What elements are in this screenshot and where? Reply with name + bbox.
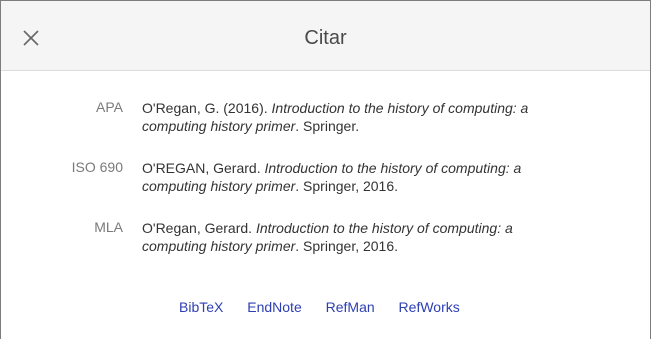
citation-style-label: MLA xyxy=(94,219,123,235)
citation-prefix: O'REGAN, Gerard. xyxy=(142,160,265,176)
citation-title-line1: Introduction to the history of computing… xyxy=(255,220,513,236)
citation-title-line2: computing history primer xyxy=(142,238,296,254)
export-refworks-link[interactable]: RefWorks xyxy=(399,299,460,315)
citation-suffix: . Springer, 2016. xyxy=(295,178,399,194)
citation-suffix: . Springer. xyxy=(295,118,360,134)
citation-style-label: ISO 690 xyxy=(71,159,123,175)
citation-row-mla: MLA O'Regan, Gerard. Introduction to the… xyxy=(1,217,650,257)
citation-list: APA O'Regan, G. (2016). Introduction to … xyxy=(1,97,650,277)
citation-style-label: APA xyxy=(96,99,123,115)
citation-title-line2: computing history primer xyxy=(142,118,296,134)
export-bibtex-link[interactable]: BibTeX xyxy=(179,299,223,315)
citation-row-apa: APA O'Regan, G. (2016). Introduction to … xyxy=(1,97,650,137)
export-refman-link[interactable]: RefMan xyxy=(326,299,375,315)
citation-dialog: Citar APA O'Regan, G. (2016). Introducti… xyxy=(0,0,651,339)
citation-suffix: . Springer, 2016. xyxy=(295,238,399,254)
citation-title-line1: Introduction to the history of computing… xyxy=(264,160,522,176)
dialog-header: Citar xyxy=(1,1,650,71)
citation-text: O'REGAN, Gerard. Introduction to the his… xyxy=(142,159,612,195)
dialog-title: Citar xyxy=(304,27,347,49)
citation-row-iso690: ISO 690 O'REGAN, Gerard. Introduction to… xyxy=(1,157,650,197)
citation-text: O'Regan, Gerard. Introduction to the his… xyxy=(142,219,612,255)
citation-title-line2: computing history primer xyxy=(142,178,296,194)
citation-text: O'Regan, G. (2016). Introduction to the … xyxy=(142,99,612,135)
citation-prefix: O'Regan, Gerard. xyxy=(142,220,256,236)
citation-title-line1: Introduction to the history of computing… xyxy=(271,100,529,116)
export-endnote-link[interactable]: EndNote xyxy=(247,299,301,315)
citation-prefix: O'Regan, G. (2016). xyxy=(142,100,272,116)
